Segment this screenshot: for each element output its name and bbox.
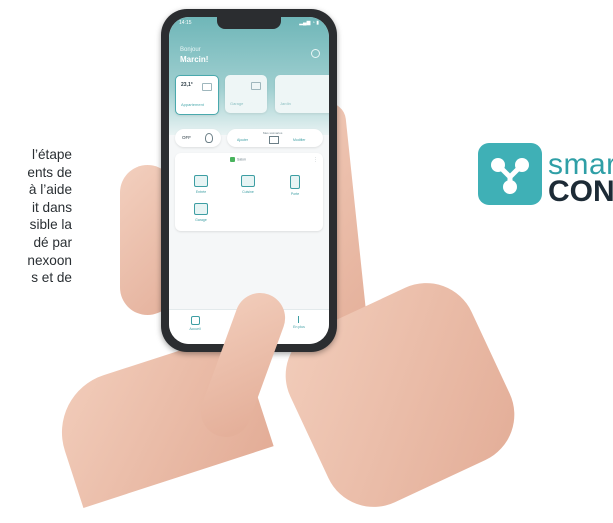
location-card-apartment[interactable]: 23,1° Appartement <box>175 75 219 115</box>
scenario-add[interactable]: Ajouter <box>237 138 248 142</box>
location-card-garage[interactable]: Garage <box>225 75 267 113</box>
settings-icon[interactable] <box>311 49 320 58</box>
door-icon <box>290 175 300 189</box>
room-name: Salon <box>237 157 246 162</box>
more-nav-icon <box>298 316 300 323</box>
greeting-text: Bonjour <box>180 47 201 53</box>
para-line: it dans <box>31 199 72 215</box>
status-icons: ▂▄▆ ◔ ▮ <box>299 20 319 26</box>
nav-item-more[interactable]: En plus <box>287 316 311 329</box>
room-card: Salon ⋮ Entrée Cuisine Porte Garage <box>175 153 323 231</box>
room-tag: Salon <box>230 157 246 162</box>
nav-label: Accueil <box>189 327 201 331</box>
device-label: Porte <box>290 192 300 196</box>
window-icon <box>194 175 208 187</box>
off-label: OFF <box>182 135 191 140</box>
device-tile[interactable]: Entrée <box>189 175 213 201</box>
room-status-icon <box>230 157 235 162</box>
phone-notch <box>217 17 281 29</box>
description-paragraph: l’étape ents de à l’aide it dans sible l… <box>0 146 72 287</box>
window-icon <box>241 175 255 187</box>
device-label: Cuisine <box>242 190 254 194</box>
garage-door-icon <box>194 203 208 215</box>
off-toggle[interactable]: OFF <box>175 129 221 147</box>
quick-actions-row: OFF Mes scénarios Ajouter Modifier <box>175 129 323 149</box>
device-label: Garage <box>195 218 207 222</box>
home-icon <box>202 83 212 91</box>
user-name: Marcin! <box>180 55 209 64</box>
para-line: à l’aide <box>28 182 72 198</box>
nav-label: En plus <box>293 325 305 329</box>
device-tile[interactable]: Garage <box>189 203 213 229</box>
bulb-icon <box>205 133 213 143</box>
device-tile[interactable]: Porte <box>283 175 307 201</box>
logo-text-bottom: CONI <box>548 175 613 208</box>
garage-icon <box>251 82 261 90</box>
para-line: l’étape <box>31 147 72 162</box>
para-line: sible la <box>29 217 72 233</box>
status-time: 14:15 <box>179 20 192 26</box>
location-cards: 23,1° Appartement Garage Jardin <box>175 75 329 115</box>
home-nav-icon <box>190 316 200 325</box>
card-label: Jardin <box>280 101 291 106</box>
para-line: ents de <box>27 164 72 180</box>
scenario-pill[interactable]: Mes scénarios Ajouter Modifier <box>227 129 323 147</box>
device-label: Entrée <box>195 190 207 194</box>
nav-item-home[interactable]: Accueil <box>183 316 207 331</box>
more-options-icon[interactable]: ⋮ <box>313 157 318 163</box>
logo-mark-icon <box>478 143 542 205</box>
scenario-edit[interactable]: Modifier <box>293 138 305 142</box>
scenario-icon <box>269 136 279 144</box>
location-card-garden[interactable]: Jardin <box>275 75 329 113</box>
smart-connect-logo: smar CONI <box>478 143 613 208</box>
device-tile[interactable]: Cuisine <box>236 175 260 201</box>
card-label: Appartement <box>181 102 204 107</box>
temperature-value: 23,1° <box>181 82 193 88</box>
para-line: dé par <box>33 234 72 250</box>
scenario-title: Mes scénarios <box>263 131 283 135</box>
card-label: Garage <box>230 101 244 106</box>
para-line: s et de <box>31 270 72 286</box>
para-line: nexoon <box>27 252 72 268</box>
